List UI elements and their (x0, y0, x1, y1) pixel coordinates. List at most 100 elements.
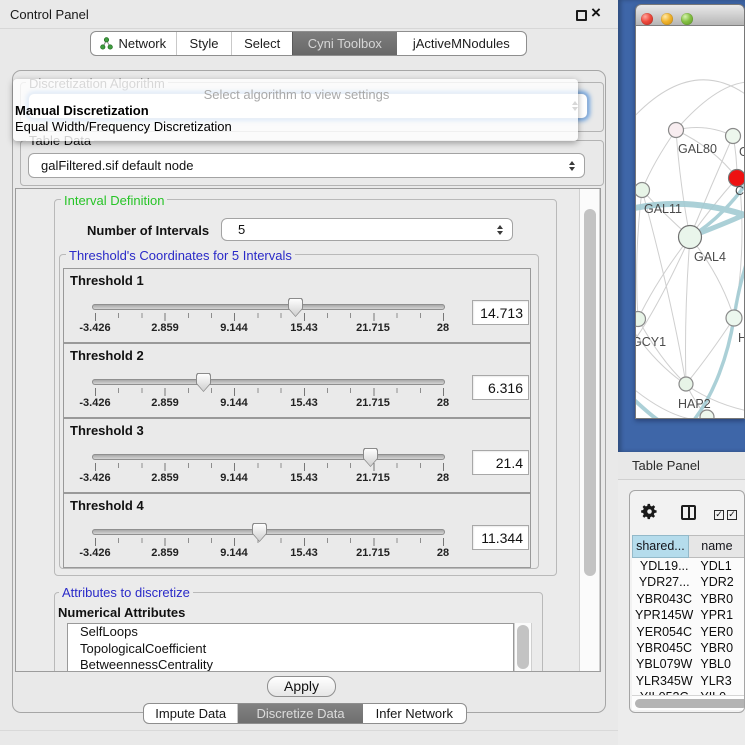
tab-jactivemnodules[interactable]: jActiveMNodules (397, 32, 526, 55)
threshold-1-slider-track[interactable] (92, 304, 445, 310)
control-panel-title: Control Panel (10, 7, 89, 22)
cell: YDL1 (696, 558, 745, 574)
cell: YBR043C (632, 591, 696, 607)
combo-arrows-icon (569, 161, 575, 171)
tick-label: 21.715 (343, 472, 403, 484)
tick-label: 9.144 (204, 397, 264, 409)
zoom-window-icon[interactable] (681, 13, 693, 25)
tick-label: -3.426 (65, 397, 125, 409)
table-row[interactable]: YBL079WYBL0 (632, 656, 745, 672)
tick-label: 2.859 (135, 547, 195, 559)
cell: YDL19... (632, 558, 696, 574)
node-label-hap2: HAP2 (678, 397, 711, 411)
table-row[interactable]: YLR345WYLR3 (632, 673, 745, 689)
tab-style-label: Style (190, 36, 219, 51)
table-data-combobox[interactable]: galFiltered.sif default node (28, 153, 585, 178)
network-icon (100, 37, 113, 50)
checkbox-icon[interactable]: ✓ (727, 510, 737, 520)
columns-icon[interactable] (681, 505, 696, 520)
node-label-ga: GA (739, 145, 745, 159)
settings-scrollbar-thumb[interactable] (584, 209, 596, 576)
node-label-gal4: GAL4 (694, 250, 726, 264)
list-item[interactable]: SelfLoops (68, 624, 513, 641)
column-header-name[interactable]: name (689, 535, 745, 558)
threshold-2-label: Threshold 2 (70, 348, 144, 363)
attributes-group-title: Attributes to discretize (59, 585, 193, 600)
spinner-arrows-icon (497, 225, 503, 235)
minimize-window-icon[interactable] (661, 13, 673, 25)
settings-scrollbar[interactable] (579, 189, 600, 672)
column-header-shared-name[interactable]: shared... (632, 535, 689, 558)
threshold-4-slider-track[interactable] (92, 529, 445, 535)
cell: YBL079W (632, 656, 696, 672)
cell: YLR345W (632, 673, 696, 689)
gear-icon[interactable] (641, 503, 658, 520)
tick-label: -3.426 (65, 472, 125, 484)
tick-label: 28 (413, 472, 473, 484)
cell: YLR3 (696, 673, 745, 689)
list-item[interactable]: BetweennessCentrality (68, 657, 513, 672)
node-table-container: ✓ ✓ shared... name YDL19...YDL1 YDR27...… (629, 490, 745, 713)
threshold-4-value[interactable]: 11.344 (472, 525, 529, 550)
table-row[interactable]: YPR145WYPR1 (632, 607, 745, 623)
close-window-icon[interactable] (641, 13, 653, 25)
table-data-value: galFiltered.sif default node (29, 158, 193, 173)
tab-infer-network[interactable]: Infer Network (363, 704, 466, 723)
tick-label: -3.426 (65, 322, 125, 334)
bottom-divider (0, 730, 618, 731)
algorithm-dropdown-popup: Select algorithm to view settings Manual… (13, 79, 578, 141)
tab-network-label: Network (118, 36, 166, 51)
table-hscrollbar-thumb[interactable] (635, 699, 745, 708)
dropdown-option-manual[interactable]: Manual Discretization (13, 103, 578, 119)
numerical-attributes-list[interactable]: SelfLoops TopologicalCoefficient Between… (67, 623, 514, 672)
threshold-1-label: Threshold 1 (70, 273, 144, 288)
close-panel-icon[interactable]: × (591, 3, 601, 23)
table-panel-title: Table Panel (618, 452, 745, 480)
table-horizontal-scrollbar[interactable] (632, 695, 745, 710)
node-label-h: H (738, 331, 745, 345)
number-of-intervals-label: Number of Intervals (87, 223, 209, 238)
threshold-1-value[interactable]: 14.713 (472, 300, 529, 325)
cell: YDR27... (632, 574, 696, 590)
threshold-3-slider-track[interactable] (92, 454, 445, 460)
network-window-titlebar[interactable] (636, 5, 745, 26)
apply-button[interactable]: Apply (267, 676, 336, 697)
node-label-gcy1: GCY1 (636, 335, 666, 349)
tick-label: 15.43 (274, 472, 334, 484)
network-canvas[interactable]: GAL80 GA C GAL11 GAL4 GCY1 H HAP2 (636, 26, 745, 419)
threshold-3-value[interactable]: 21.4 (472, 450, 529, 475)
node-label-c: C (735, 184, 744, 198)
thresholds-group-title: Threshold's Coordinates for 5 Intervals (66, 248, 295, 263)
slider-ticks-major (95, 538, 445, 546)
tab-discretize-data[interactable]: Discretize Data (237, 704, 362, 723)
number-of-intervals-spinner[interactable]: 5 (221, 218, 513, 241)
dropdown-prompt: Select algorithm to view settings (13, 87, 578, 103)
tick-label: 2.859 (135, 472, 195, 484)
network-view-window[interactable]: GAL80 GA C GAL11 GAL4 GCY1 H HAP2 (635, 4, 745, 419)
table-row[interactable]: YBR045CYBR0 (632, 640, 745, 656)
tab-cyni-toolbox-label: Cyni Toolbox (308, 36, 382, 51)
list-item[interactable]: TopologicalCoefficient (68, 641, 513, 658)
tab-select-label: Select (244, 36, 280, 51)
threshold-2-slider-track[interactable] (92, 379, 445, 385)
threshold-panel-2: Threshold 2 -3.426 2.859 9.144 15.43 21.… (63, 343, 531, 418)
float-window-icon[interactable] (576, 10, 587, 21)
list-scrollbar[interactable] (514, 623, 532, 672)
tab-cyni-toolbox[interactable]: Cyni Toolbox (292, 32, 397, 55)
tick-label: 28 (413, 397, 473, 409)
slider-ticks-major (95, 313, 445, 321)
tick-label: 21.715 (343, 322, 403, 334)
tab-select[interactable]: Select (231, 32, 292, 55)
tick-label: 28 (413, 547, 473, 559)
checkbox-icon[interactable]: ✓ (714, 510, 724, 520)
tab-style[interactable]: Style (176, 32, 232, 55)
table-row[interactable]: YDL19...YDL1 (632, 558, 745, 574)
table-row[interactable]: YDR27...YDR2 (632, 574, 745, 590)
dropdown-option-equal-width[interactable]: Equal Width/Frequency Discretization (13, 119, 578, 135)
tab-network[interactable]: Network (91, 32, 176, 55)
list-scrollbar-thumb[interactable] (517, 625, 529, 669)
table-row[interactable]: YER054CYER0 (632, 624, 745, 640)
table-row[interactable]: YBR043CYBR0 (632, 591, 745, 607)
tab-impute-data[interactable]: Impute Data (144, 704, 237, 723)
threshold-2-value[interactable]: 6.316 (472, 375, 529, 400)
